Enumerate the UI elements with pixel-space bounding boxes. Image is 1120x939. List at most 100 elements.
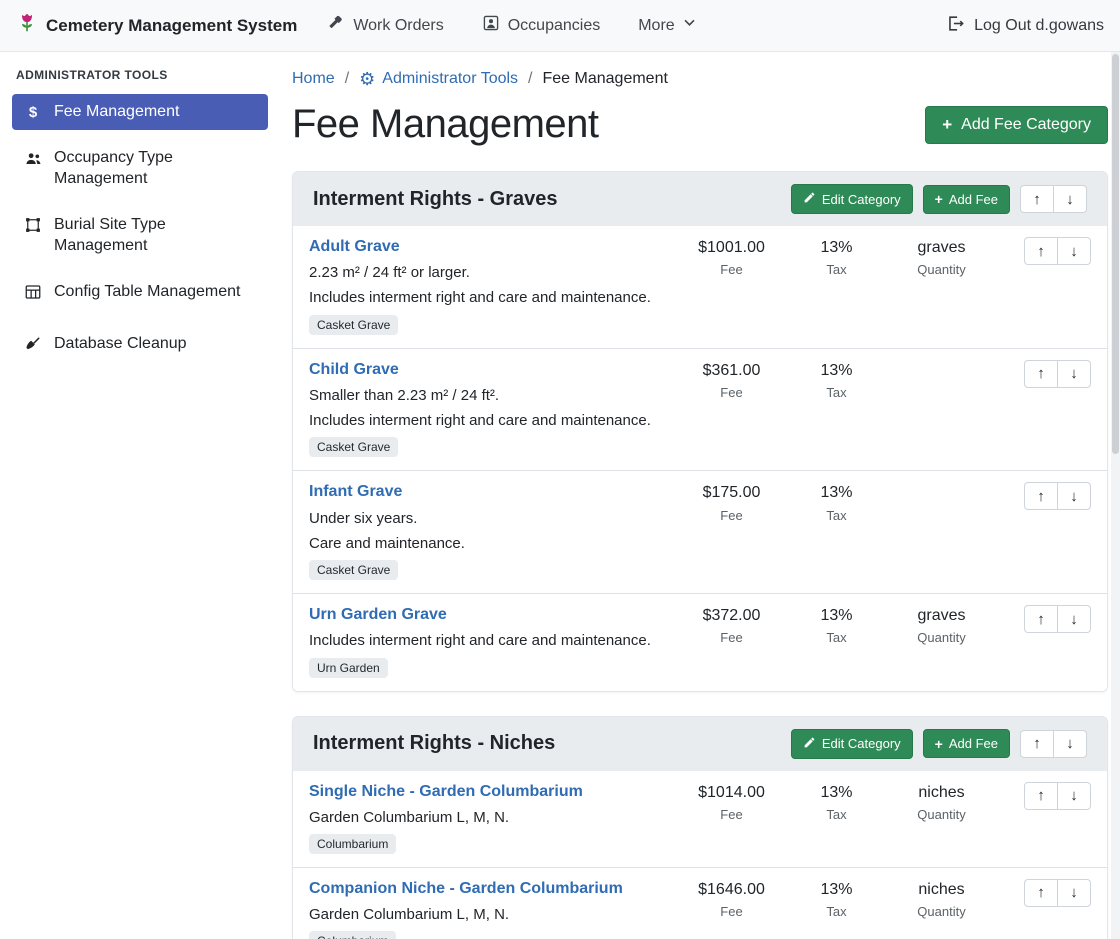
fee-move-down-button[interactable]: ↓ bbox=[1057, 237, 1091, 265]
fee-name-link[interactable]: Urn Garden Grave bbox=[309, 605, 447, 624]
add-fee-label: Add Fee bbox=[949, 192, 998, 207]
fee-move-down-button[interactable]: ↓ bbox=[1057, 360, 1091, 388]
sidebar-item-burial-site-type-management[interactable]: Burial Site Type Management bbox=[12, 207, 268, 264]
category-move-group: ↑ ↓ bbox=[1020, 730, 1087, 758]
fee-move-up-button[interactable]: ↑ bbox=[1024, 360, 1058, 388]
fee-name-link[interactable]: Child Grave bbox=[309, 360, 399, 379]
breadcrumb-separator: / bbox=[345, 70, 349, 88]
edit-category-label: Edit Category bbox=[822, 192, 901, 207]
vertical-scrollbar[interactable] bbox=[1111, 52, 1120, 939]
fee-row-infant-grave: Infant Grave Under six years. Care and m… bbox=[293, 470, 1107, 593]
fee-quantity-col: niches Quantity bbox=[884, 782, 999, 822]
edit-category-label: Edit Category bbox=[822, 736, 901, 751]
fee-move-group: ↑ ↓ bbox=[1024, 879, 1091, 907]
plus-icon: + bbox=[935, 192, 943, 206]
fee-move-down-button[interactable]: ↓ bbox=[1057, 482, 1091, 510]
fee-description: Garden Columbarium L, M, N. bbox=[309, 809, 509, 826]
plus-icon: + bbox=[935, 737, 943, 751]
arrow-down-icon: ↓ bbox=[1070, 243, 1078, 260]
edit-category-button[interactable]: Edit Category bbox=[791, 729, 913, 759]
add-fee-button[interactable]: + Add Fee bbox=[923, 185, 1010, 214]
arrow-down-icon: ↓ bbox=[1070, 365, 1078, 382]
main-content: Home / ⚙ Administrator Tools / Fee Manag… bbox=[280, 52, 1120, 939]
fee-description: Under six years. bbox=[309, 510, 417, 527]
fee-move-group: ↑ ↓ bbox=[1024, 360, 1091, 388]
breadcrumb-admin-tools[interactable]: ⚙ Administrator Tools bbox=[359, 70, 518, 88]
nav-more[interactable]: More bbox=[638, 17, 695, 35]
fee-move-up-button[interactable]: ↑ bbox=[1024, 879, 1058, 907]
fee-move-group: ↑ ↓ bbox=[1024, 237, 1091, 265]
scrollbar-thumb[interactable] bbox=[1112, 54, 1119, 454]
sidebar-item-database-cleanup[interactable]: Database Cleanup bbox=[12, 326, 268, 367]
arrow-down-icon: ↓ bbox=[1070, 488, 1078, 505]
page-title: Fee Management bbox=[292, 102, 599, 147]
bounding-box-icon bbox=[22, 216, 44, 240]
fee-tax-col: 13% Tax bbox=[789, 237, 884, 277]
fee-move-up-button[interactable]: ↑ bbox=[1024, 237, 1058, 265]
fee-description: Care and maintenance. bbox=[309, 535, 465, 552]
breadcrumb-admin-tools-label: Administrator Tools bbox=[382, 70, 518, 88]
add-fee-label: Add Fee bbox=[949, 736, 998, 751]
add-fee-category-button[interactable]: + Add Fee Category bbox=[925, 106, 1108, 144]
nav-work-orders[interactable]: Work Orders bbox=[327, 14, 443, 37]
nav-more-label: More bbox=[638, 17, 674, 35]
chevron-down-icon bbox=[683, 17, 696, 35]
arrow-up-icon: ↑ bbox=[1037, 787, 1045, 804]
fee-amount-col: $1014.00 Fee bbox=[674, 782, 789, 822]
breadcrumb-current: Fee Management bbox=[543, 70, 668, 88]
fee-name-link[interactable]: Infant Grave bbox=[309, 482, 402, 501]
fee-quantity-col: graves Quantity bbox=[884, 237, 999, 277]
app-title: Cemetery Management System bbox=[46, 16, 297, 36]
primary-nav: Work Orders Occupancies More bbox=[327, 14, 695, 37]
fee-tax-col: 13% Tax bbox=[789, 605, 884, 645]
fee-move-down-button[interactable]: ↓ bbox=[1057, 879, 1091, 907]
app-brand[interactable]: Cemetery Management System bbox=[16, 12, 297, 39]
fee-description: 2.23 m² / 24 ft² or larger. bbox=[309, 264, 470, 281]
sidebar-item-fee-management[interactable]: $ Fee Management bbox=[12, 94, 268, 130]
breadcrumb: Home / ⚙ Administrator Tools / Fee Manag… bbox=[292, 70, 1108, 88]
arrow-up-icon: ↑ bbox=[1037, 365, 1045, 382]
title-row: Fee Management + Add Fee Category bbox=[292, 102, 1108, 147]
category-move-group: ↑ ↓ bbox=[1020, 185, 1087, 213]
arrow-up-icon: ↑ bbox=[1033, 191, 1041, 208]
sidebar-item-config-table-management[interactable]: Config Table Management bbox=[12, 274, 268, 315]
logout-label: Log Out d.gowans bbox=[974, 17, 1104, 35]
people-icon bbox=[22, 149, 44, 174]
fee-type-badge: Casket Grave bbox=[309, 560, 398, 580]
arrow-down-icon: ↓ bbox=[1066, 191, 1074, 208]
arrow-up-icon: ↑ bbox=[1037, 611, 1045, 628]
logout-link[interactable]: Log Out d.gowans bbox=[946, 14, 1104, 38]
top-navbar: Cemetery Management System Work Orders O… bbox=[0, 0, 1120, 52]
fee-amount-col: $372.00 Fee bbox=[674, 605, 789, 645]
tulip-logo-icon bbox=[16, 12, 38, 39]
category-move-up-button[interactable]: ↑ bbox=[1020, 185, 1054, 213]
fee-tax-col: 13% Tax bbox=[789, 360, 884, 400]
fee-tax-col: 13% Tax bbox=[789, 879, 884, 919]
fee-move-up-button[interactable]: ↑ bbox=[1024, 605, 1058, 633]
gear-icon: ⚙ bbox=[359, 70, 375, 88]
fee-move-up-button[interactable]: ↑ bbox=[1024, 482, 1058, 510]
category-move-down-button[interactable]: ↓ bbox=[1053, 730, 1087, 758]
fee-quantity-col bbox=[884, 360, 999, 361]
broom-icon bbox=[22, 335, 44, 359]
category-move-up-button[interactable]: ↑ bbox=[1020, 730, 1054, 758]
fee-name-link[interactable]: Single Niche - Garden Columbarium bbox=[309, 782, 583, 801]
sidebar-item-occupancy-type-management[interactable]: Occupancy Type Management bbox=[12, 140, 268, 197]
add-fee-button[interactable]: + Add Fee bbox=[923, 729, 1010, 758]
breadcrumb-separator: / bbox=[528, 70, 532, 88]
fee-move-up-button[interactable]: ↑ bbox=[1024, 782, 1058, 810]
edit-category-button[interactable]: Edit Category bbox=[791, 184, 913, 214]
fee-description: Includes interment right and care and ma… bbox=[309, 412, 651, 429]
sidebar-item-label: Fee Management bbox=[54, 102, 179, 122]
sidebar-item-label: Config Table Management bbox=[54, 282, 241, 302]
fee-move-down-button[interactable]: ↓ bbox=[1057, 605, 1091, 633]
fee-move-down-button[interactable]: ↓ bbox=[1057, 782, 1091, 810]
fee-row-urn-garden-grave: Urn Garden Grave Includes interment righ… bbox=[293, 593, 1107, 690]
sidebar-item-label: Database Cleanup bbox=[54, 334, 187, 354]
breadcrumb-home[interactable]: Home bbox=[292, 70, 335, 88]
nav-occupancies[interactable]: Occupancies bbox=[482, 14, 601, 37]
fee-name-link[interactable]: Companion Niche - Garden Columbarium bbox=[309, 879, 623, 898]
category-move-down-button[interactable]: ↓ bbox=[1053, 185, 1087, 213]
hammer-icon bbox=[327, 14, 345, 37]
fee-name-link[interactable]: Adult Grave bbox=[309, 237, 400, 256]
